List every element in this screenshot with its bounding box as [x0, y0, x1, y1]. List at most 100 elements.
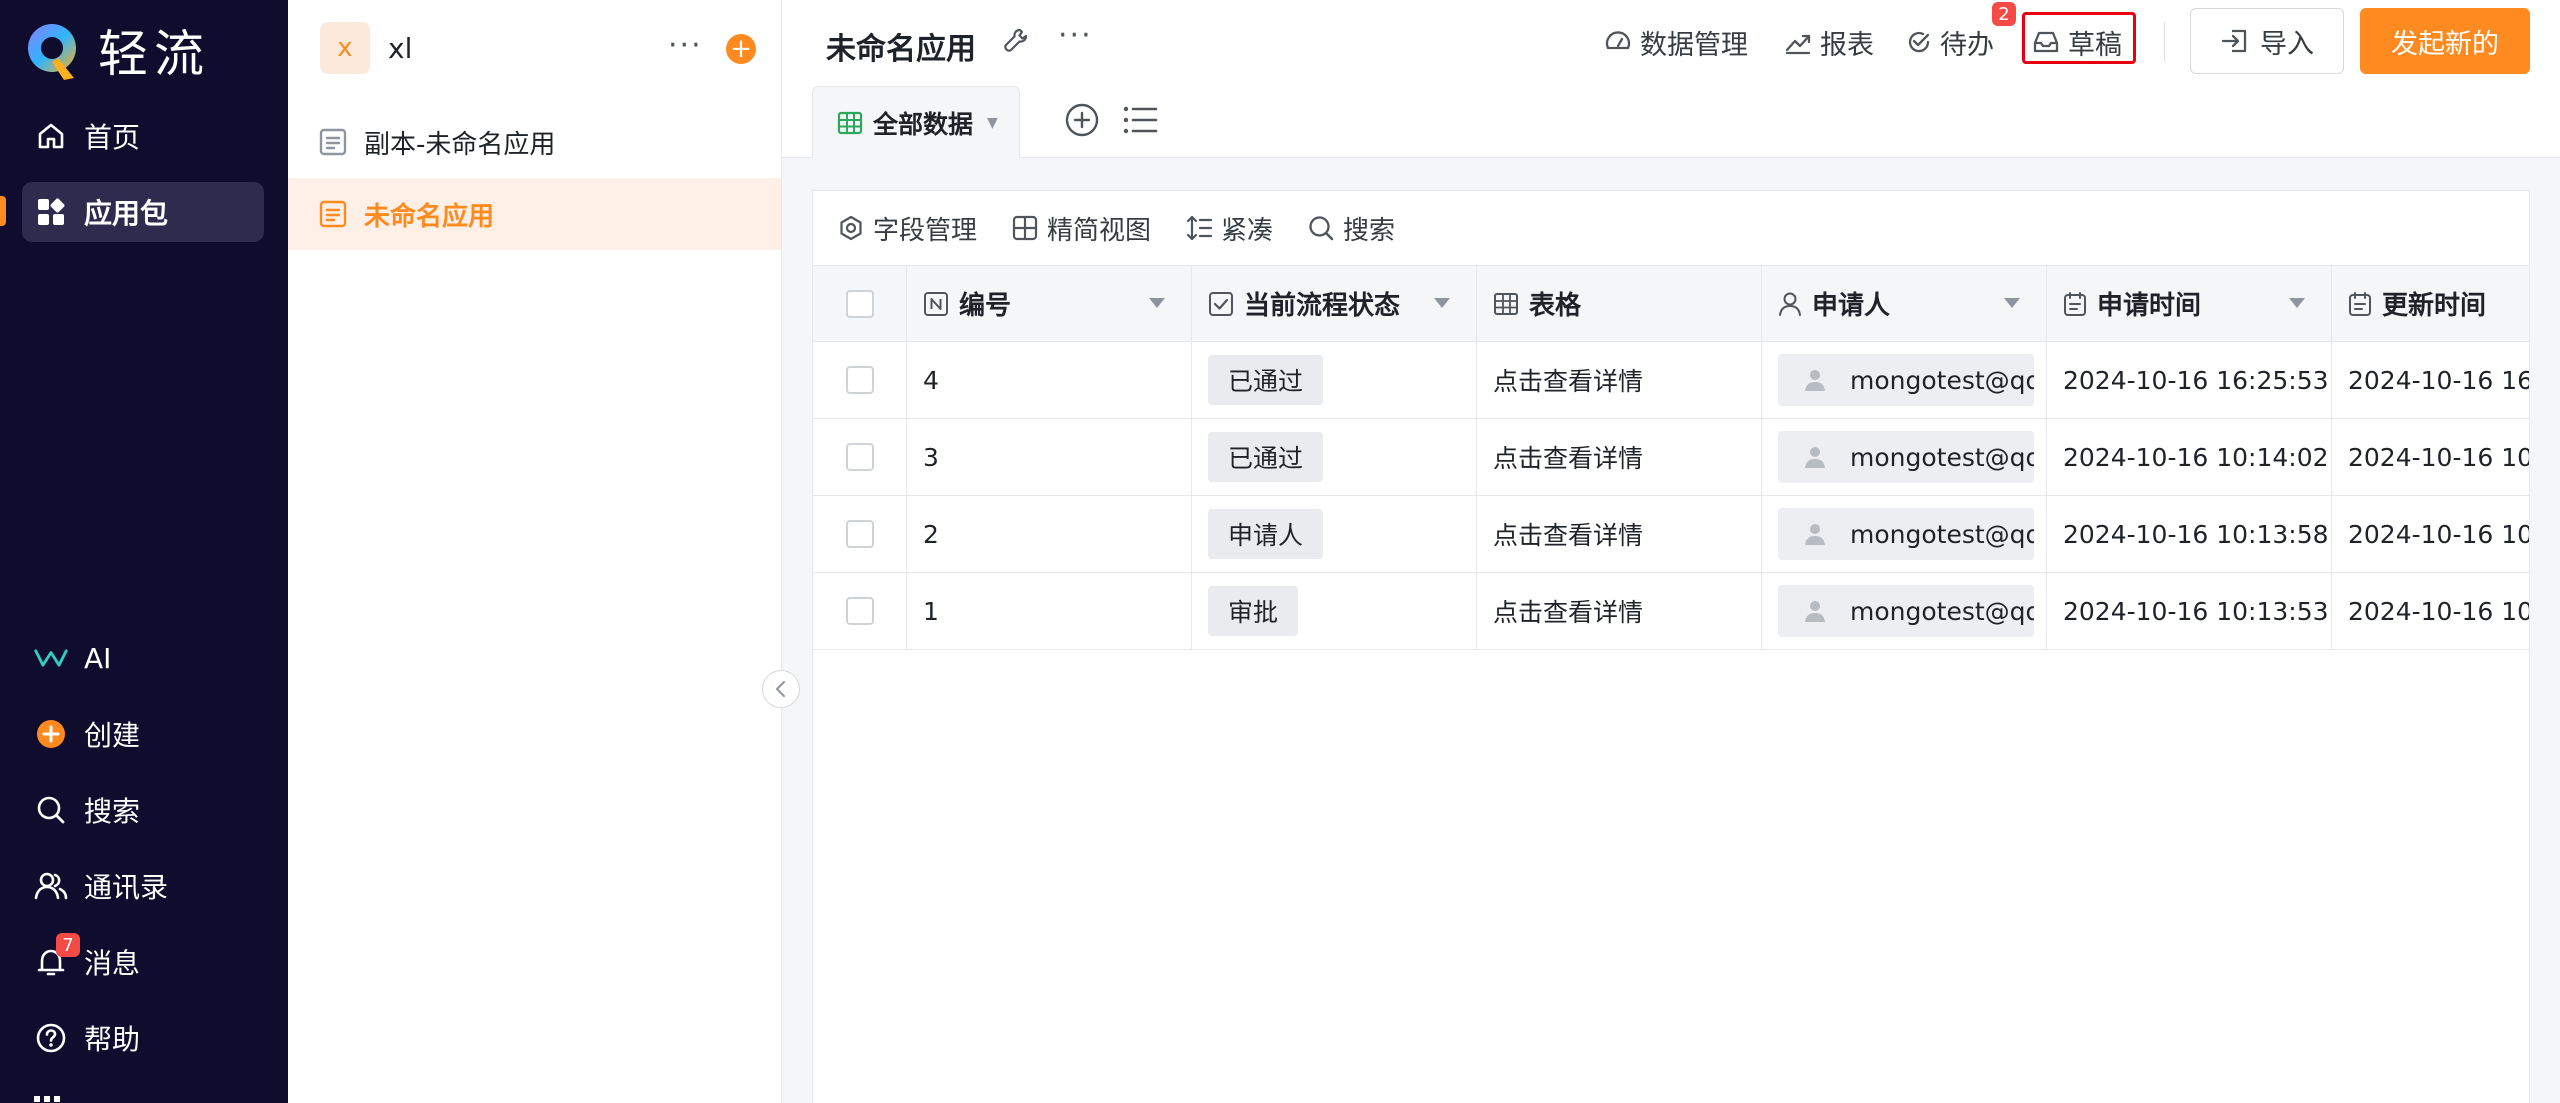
logo-text: 轻流: [98, 25, 210, 83]
field-manage-button[interactable]: 字段管理: [837, 210, 977, 247]
column-header-id[interactable]: 编号: [907, 266, 1192, 341]
status-cell: 已通过: [1192, 419, 1477, 495]
top-bar: 未命名应用 ··· 数据管理 报表 待办 2 草稿 导入 发起新的 全部数据 ▼: [782, 0, 2560, 158]
nav-item-create[interactable]: 创建: [22, 704, 264, 764]
applicant-name: mongotest@qq.com: [1850, 442, 2034, 472]
applicant-name: mongotest@qq.com: [1850, 365, 2034, 395]
column-header-apply-time[interactable]: 申请时间: [2047, 266, 2332, 341]
applicant-name: mongotest@qq.com: [1850, 519, 2034, 549]
import-button[interactable]: 导入: [2190, 8, 2344, 74]
dashboard-icon: [1604, 28, 1632, 56]
table-row[interactable]: 4 已通过 点击查看详情 mongotest@qq.com 2024-10-16…: [813, 342, 2529, 419]
applicant-name: mongotest@qq.com: [1850, 596, 2034, 626]
form-item-label: 副本-未命名应用: [364, 129, 556, 160]
table-icon: [837, 111, 863, 135]
column-menu-icon[interactable]: [1149, 298, 1165, 308]
message-count-badge: 7: [56, 933, 80, 957]
nav-item-messages[interactable]: 7 消息: [22, 932, 264, 992]
user-avatar-icon: [1804, 522, 1826, 546]
status-cell: 审批: [1192, 573, 1477, 649]
logo[interactable]: 轻流: [24, 14, 210, 86]
row-checkbox[interactable]: [845, 597, 874, 625]
row-checkbox[interactable]: [845, 520, 874, 548]
update-time-cell: 2024-10-16 10:13:58: [2348, 519, 2529, 549]
active-indicator: [0, 196, 6, 226]
row-height-icon: [1185, 214, 1213, 242]
column-menu-icon[interactable]: [2289, 298, 2305, 308]
nav-item-help[interactable]: 帮助: [22, 1008, 264, 1068]
ai-icon: [34, 641, 68, 675]
nav-item-label: 通讯录: [84, 871, 169, 904]
app-more-icon[interactable]: ···: [1058, 18, 1093, 53]
package-avatar: x: [320, 22, 370, 74]
table-row[interactable]: 3 已通过 点击查看详情 mongotest@qq.com 2024-10-16…: [813, 419, 2529, 496]
wrench-icon[interactable]: [1002, 26, 1032, 56]
todo-count-badge: 2: [1992, 2, 2016, 26]
column-header-status[interactable]: 当前流程状态: [1192, 266, 1477, 341]
table-row[interactable]: 1 审批 点击查看详情 mongotest@qq.com 2024-10-16 …: [813, 573, 2529, 650]
package-add-icon[interactable]: +: [726, 34, 756, 64]
nav-more-icon[interactable]: [34, 1094, 74, 1103]
id-cell: 2: [907, 496, 1192, 572]
column-header-update-time[interactable]: 更新时间: [2332, 266, 2529, 341]
nav-item-label: 应用包: [84, 197, 169, 230]
tab-all-data[interactable]: 全部数据 ▼: [812, 86, 1020, 158]
form-item-untitled[interactable]: 未命名应用: [288, 178, 781, 250]
collapse-panel-button[interactable]: [762, 670, 800, 708]
nav-item-label: AI: [84, 641, 112, 675]
row-select-cell: [813, 573, 907, 649]
user-chip[interactable]: mongotest@qq.com: [1778, 431, 2034, 483]
compact-button[interactable]: 紧凑: [1185, 210, 1273, 247]
row-checkbox[interactable]: [845, 366, 874, 394]
table-link-cell[interactable]: 点击查看详情: [1477, 573, 1762, 649]
nav-item-search[interactable]: 搜索: [22, 780, 264, 840]
main-area: 未命名应用 ··· 数据管理 报表 待办 2 草稿 导入 发起新的 全部数据 ▼…: [782, 0, 2560, 1103]
user-chip[interactable]: mongotest@qq.com: [1778, 585, 2034, 637]
user-chip[interactable]: mongotest@qq.com: [1778, 354, 2034, 406]
nav-item-home[interactable]: 首页: [22, 106, 264, 166]
nav-item-ai[interactable]: AI: [22, 628, 264, 688]
select-all-checkbox[interactable]: [845, 289, 874, 318]
applicant-cell: mongotest@qq.com: [1762, 573, 2047, 649]
data-manage-button[interactable]: 数据管理: [1604, 22, 1748, 62]
add-view-icon[interactable]: [1064, 102, 1100, 138]
search-icon: [34, 793, 68, 827]
column-header-label: 申请时间: [2097, 291, 2202, 321]
applicant-cell: mongotest@qq.com: [1762, 419, 2047, 495]
nav-item-label: 消息: [84, 947, 141, 980]
package-header[interactable]: x xl: [320, 22, 412, 74]
status-badge: 审批: [1208, 586, 1299, 636]
nav-item-label: 首页: [84, 121, 141, 154]
nav-item-label: 搜索: [84, 795, 141, 828]
todo-button[interactable]: 待办 2: [1906, 2, 2016, 62]
user-chip[interactable]: mongotest@qq.com: [1778, 508, 2034, 560]
sheet-search-button[interactable]: 搜索: [1307, 210, 1395, 247]
row-checkbox[interactable]: [845, 443, 874, 471]
column-header-applicant[interactable]: 申请人: [1762, 266, 2047, 341]
column-menu-icon[interactable]: [2004, 298, 2020, 308]
nav-item-contacts[interactable]: 通讯录: [22, 856, 264, 916]
status-cell: 申请人: [1192, 496, 1477, 572]
start-new-button[interactable]: 发起新的: [2360, 8, 2530, 74]
data-sheet: 字段管理 精简视图 紧凑 搜索 编号 当前流程状态 表格 申请人 申请时间 更新…: [812, 190, 2530, 1103]
import-icon: [2220, 27, 2250, 55]
view-list-icon[interactable]: [1122, 104, 1158, 136]
status-badge: 已通过: [1208, 355, 1324, 405]
table-link-cell[interactable]: 点击查看详情: [1477, 496, 1762, 572]
column-header-label: 申请人: [1812, 291, 1891, 321]
report-button[interactable]: 报表: [1784, 22, 1874, 62]
package-more-icon[interactable]: ···: [668, 28, 703, 63]
column-header-label: 当前流程状态: [1244, 291, 1401, 321]
column-menu-icon[interactable]: [1434, 298, 1450, 308]
calendar-field-icon: [2063, 291, 2087, 317]
form-item-copy-untitled[interactable]: 副本-未命名应用: [288, 106, 781, 178]
simple-view-button[interactable]: 精简视图: [1011, 210, 1151, 247]
table-link-cell[interactable]: 点击查看详情: [1477, 419, 1762, 495]
column-header-table[interactable]: 表格: [1477, 266, 1762, 341]
form-item-label: 未命名应用: [364, 201, 495, 232]
table-row[interactable]: 2 申请人 点击查看详情 mongotest@qq.com 2024-10-16…: [813, 496, 2529, 573]
table-link-cell[interactable]: 点击查看详情: [1477, 342, 1762, 418]
tab-all-data-label: 全部数据: [873, 109, 974, 139]
nav-item-app-package[interactable]: 应用包: [22, 182, 264, 242]
column-header-label: 表格: [1529, 291, 1582, 321]
